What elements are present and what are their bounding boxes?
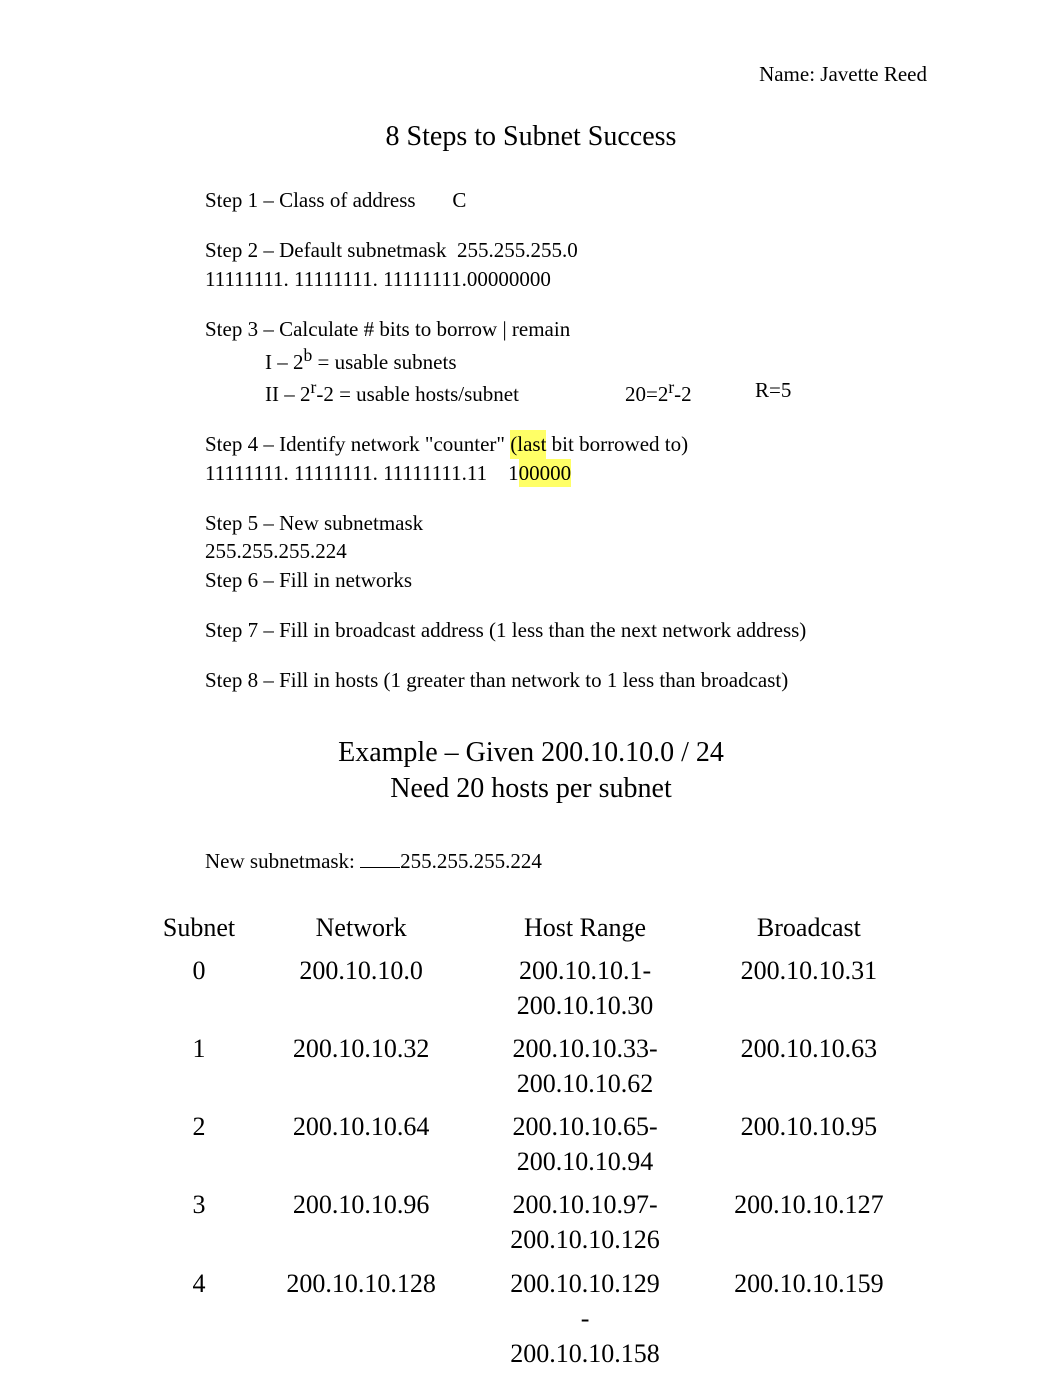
- step-2: Step 2 – Default subnetmask 255.255.255.…: [205, 236, 907, 293]
- table-header-row: Subnet Network Host Range Broadcast: [145, 906, 917, 949]
- subnet-table-wrap: Subnet Network Host Range Broadcast 0 20…: [115, 906, 947, 1375]
- name-value: Javette Reed: [820, 62, 927, 86]
- step3-calc-a1: 20=2: [625, 382, 668, 406]
- table-row: 3 200.10.10.96 200.10.10.97- 200.10.10.1…: [145, 1183, 917, 1261]
- page-title: 8 Steps to Subnet Success: [115, 118, 947, 156]
- step3-calc-a2: -2: [674, 382, 692, 406]
- table-row: 4 200.10.10.128 200.10.10.129 - 200.10.1…: [145, 1262, 917, 1375]
- step4-binary-b: 1: [508, 461, 519, 485]
- table-row: 1 200.10.10.32 200.10.10.33- 200.10.10.6…: [145, 1027, 917, 1105]
- step4-highlight-label: (last: [510, 430, 546, 458]
- th-host: Host Range: [469, 906, 701, 949]
- cell-network: 200.10.10.32: [253, 1027, 469, 1105]
- step3-calc-b: R=5: [755, 376, 835, 408]
- host-b: 200.10.10.94: [477, 1144, 693, 1179]
- step1-value: C: [452, 188, 466, 212]
- cell-host: 200.10.10.1- 200.10.10.30: [469, 949, 701, 1027]
- cell-host: 200.10.10.97- 200.10.10.126: [469, 1183, 701, 1261]
- step3-line-ii-b: -2 = usable hosts/subnet: [316, 382, 519, 406]
- step3-line-i-b: = usable subnets: [312, 350, 456, 374]
- step5-mask: 255.255.255.224: [205, 537, 907, 565]
- cell-host: 200.10.10.33- 200.10.10.62: [469, 1027, 701, 1105]
- cell-broadcast: 200.10.10.127: [701, 1183, 917, 1261]
- cell-subnet: 0: [145, 949, 253, 1027]
- table-row: 2 200.10.10.64 200.10.10.65- 200.10.10.9…: [145, 1105, 917, 1183]
- cell-subnet: 3: [145, 1183, 253, 1261]
- step-3: Step 3 – Calculate # bits to borrow | re…: [205, 315, 907, 408]
- step6-label: Step 6 – Fill in networks: [205, 566, 907, 594]
- new-mask-value: 255.255.255.224: [400, 849, 542, 873]
- th-subnet: Subnet: [145, 906, 253, 949]
- host-a: 200.10.10.97-: [477, 1187, 693, 1222]
- cell-subnet: 2: [145, 1105, 253, 1183]
- name-label: Name:: [759, 62, 815, 86]
- cell-host: 200.10.10.65- 200.10.10.94: [469, 1105, 701, 1183]
- cell-network: 200.10.10.64: [253, 1105, 469, 1183]
- new-mask-label: New subnetmask:: [205, 849, 360, 873]
- step5-label: Step 5 – New subnetmask: [205, 509, 907, 537]
- example-title: Example – Given 200.10.10.0 / 24 Need 20…: [115, 735, 947, 808]
- host-a: 200.10.10.33-: [477, 1031, 693, 1066]
- step2-binary: 11111111. 11111111. 11111111.00000000: [205, 265, 907, 293]
- host-b: 200.10.10.126: [477, 1222, 693, 1257]
- step3-label: Step 3 – Calculate # bits to borrow | re…: [205, 315, 907, 343]
- cell-broadcast: 200.10.10.159: [701, 1262, 917, 1375]
- step3-line-i-exp: b: [304, 345, 313, 365]
- step4-label-c: bit borrowed to): [546, 432, 688, 456]
- subnet-table: Subnet Network Host Range Broadcast 0 20…: [145, 906, 917, 1375]
- new-subnetmask-line: New subnetmask: 255.255.255.224: [115, 847, 947, 875]
- step4-label-a: Step 4 – Identify network "counter": [205, 432, 510, 456]
- host-b: 200.10.10.62: [477, 1066, 693, 1101]
- step-5-6: Step 5 – New subnetmask 255.255.255.224 …: [205, 509, 907, 594]
- step-7: Step 7 – Fill in broadcast address (1 le…: [205, 616, 907, 644]
- cell-broadcast: 200.10.10.31: [701, 949, 917, 1027]
- step1-label: Step 1 – Class of address: [205, 188, 416, 212]
- th-network: Network: [253, 906, 469, 949]
- step4-highlight-binary: 00000: [519, 459, 572, 487]
- host-b: 200.10.10.158: [477, 1336, 693, 1371]
- step-4: Step 4 – Identify network "counter" (las…: [205, 430, 907, 487]
- step-8: Step 8 – Fill in hosts (1 greater than n…: [205, 666, 907, 694]
- host-a: 200.10.10.1-: [477, 953, 693, 988]
- name-line: Name: Javette Reed: [115, 60, 947, 88]
- cell-broadcast: 200.10.10.63: [701, 1027, 917, 1105]
- host-b: 200.10.10.30: [477, 988, 693, 1023]
- step2-mask: 255.255.255.0: [457, 238, 578, 262]
- host-dash: -: [477, 1301, 693, 1336]
- step8-label: Step 8 – Fill in hosts (1 greater than n…: [205, 666, 907, 694]
- th-broadcast: Broadcast: [701, 906, 917, 949]
- cell-subnet: 1: [145, 1027, 253, 1105]
- step7-label: Step 7 – Fill in broadcast address (1 le…: [205, 616, 907, 644]
- cell-network: 200.10.10.0: [253, 949, 469, 1027]
- underline: [360, 867, 400, 868]
- step3-line-ii-a: II – 2: [265, 382, 311, 406]
- step3-line-i-a: I – 2: [265, 350, 304, 374]
- cell-network: 200.10.10.96: [253, 1183, 469, 1261]
- cell-host: 200.10.10.129 - 200.10.10.158: [469, 1262, 701, 1375]
- step-1: Step 1 – Class of address C: [205, 186, 907, 214]
- example-line1: Example – Given 200.10.10.0 / 24: [115, 735, 947, 771]
- host-a: 200.10.10.129: [477, 1266, 693, 1301]
- step4-binary-a: 11111111. 11111111. 11111111.11: [205, 461, 487, 485]
- example-line2: Need 20 hosts per subnet: [115, 771, 947, 807]
- host-a: 200.10.10.65-: [477, 1109, 693, 1144]
- cell-subnet: 4: [145, 1262, 253, 1375]
- cell-network: 200.10.10.128: [253, 1262, 469, 1375]
- step2-label: Step 2 – Default subnetmask: [205, 238, 446, 262]
- steps-section: Step 1 – Class of address C Step 2 – Def…: [115, 186, 947, 694]
- cell-broadcast: 200.10.10.95: [701, 1105, 917, 1183]
- table-row: 0 200.10.10.0 200.10.10.1- 200.10.10.30 …: [145, 949, 917, 1027]
